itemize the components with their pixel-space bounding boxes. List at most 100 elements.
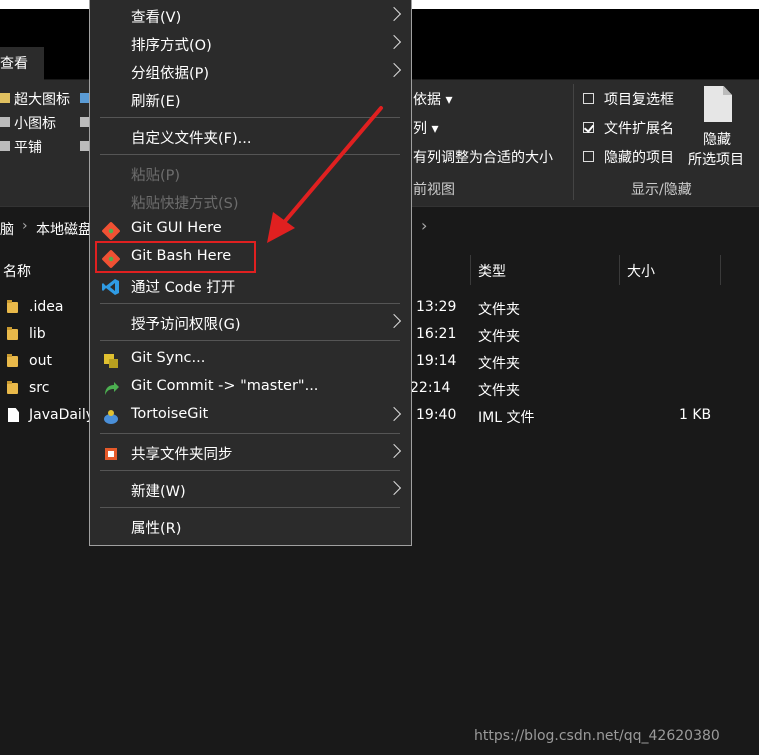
menu-separator (100, 340, 400, 341)
column-divider[interactable] (619, 255, 620, 285)
file-name: src (29, 380, 50, 396)
menu-item-label: Git Sync... (131, 350, 206, 366)
add-columns-button[interactable]: 列 ▾ (413, 118, 438, 138)
file-type: 文件夹 (478, 329, 520, 345)
menu-item-label: 粘贴(P) (131, 168, 181, 184)
chevron-right-icon (386, 313, 402, 329)
menu-item-label: Git GUI Here (131, 220, 222, 236)
git-sync-icon (104, 354, 118, 368)
breadcrumb-pc[interactable]: 脑 (0, 219, 14, 239)
menu-item-new[interactable]: 新建(W) (90, 476, 411, 504)
menu-item-label: TortoiseGit (131, 406, 209, 422)
add-columns-label: 列 (413, 121, 427, 137)
breadcrumb-local-disk[interactable]: 本地磁盘 (36, 219, 92, 239)
document-icon (8, 408, 19, 422)
sort-by-label: 依据 (413, 92, 441, 108)
share-sync-icon (105, 448, 117, 460)
menu-item-properties[interactable]: 属性(R) (90, 513, 411, 541)
menu-item-label: 查看(V) (131, 10, 182, 26)
menu-item-git-sync[interactable]: Git Sync... (90, 346, 411, 374)
chevron-right-icon (386, 6, 402, 22)
hide-selected-button[interactable]: 隐藏 所选项目 (686, 80, 756, 172)
file-modified: 19:14 (416, 353, 457, 369)
size-all-columns-button[interactable]: 有列调整为合适的大小 (413, 147, 553, 167)
file-extensions-checkbox[interactable] (583, 122, 594, 133)
watermark: https://blog.csdn.net/qq_42620380 (474, 728, 720, 744)
file-size: 1 KB (679, 407, 712, 423)
file-modified: 16:21 (416, 326, 457, 342)
menu-item-label: 属性(R) (131, 521, 182, 537)
column-size[interactable]: 大小 (627, 261, 655, 281)
file-modified: 13:29 (416, 299, 457, 315)
layout-small-icons[interactable]: 小图标 (14, 113, 56, 133)
highlight-box (95, 241, 256, 273)
layout-tiles[interactable]: 平铺 (14, 137, 42, 157)
menu-item-label: Git Commit -> "master"... (131, 378, 319, 394)
menu-item-group-by[interactable]: 分组依据(P) (90, 58, 411, 86)
menu-item-give-access[interactable]: 授予访问权限(G) (90, 309, 411, 337)
column-type[interactable]: 类型 (478, 261, 506, 281)
menu-item-share-sync[interactable]: 共享文件夹同步 (90, 439, 411, 467)
menu-item-open-with-code[interactable]: 通过 Code 打开 (90, 272, 411, 300)
file-type: 文件夹 (478, 383, 520, 399)
item-checkboxes-label: 项目复选框 (604, 92, 674, 108)
file-name: out (29, 353, 52, 369)
hidden-items-checkbox[interactable] (583, 151, 594, 162)
menu-item-label: 刷新(E) (131, 94, 181, 110)
menu-item-sort-by[interactable]: 排序方式(O) (90, 30, 411, 58)
file-name: JavaDaily (29, 407, 94, 423)
menu-item-label: 共享文件夹同步 (131, 447, 233, 463)
context-menu: 查看(V) 排序方式(O) 分组依据(P) 刷新(E) 自定义文件夹(F)...… (89, 0, 412, 546)
menu-item-git-commit[interactable]: Git Commit -> "master"... (90, 374, 411, 402)
git-commit-icon (105, 382, 119, 395)
showhide-group-label: 显示/隐藏 (631, 182, 692, 198)
file-name: lib (29, 326, 46, 342)
menu-separator (100, 470, 400, 471)
chevron-right-icon (386, 406, 402, 422)
file-modified: 22:14 (410, 380, 451, 396)
ribbon-divider (573, 84, 574, 200)
folder-icon (7, 327, 18, 340)
file-extensions-label: 文件扩展名 (604, 121, 674, 137)
menu-item-label: 授予访问权限(G) (131, 317, 241, 333)
tab-view-label: 查看 (0, 56, 28, 72)
menu-item-tortoisegit[interactable]: TortoiseGit (90, 402, 411, 430)
file-modified: 19:40 (416, 407, 457, 423)
layout-extra-large[interactable]: 超大图标 (14, 89, 70, 109)
vscode-icon (102, 279, 119, 295)
chevron-right-icon (386, 62, 402, 78)
menu-item-label: 粘贴快捷方式(S) (131, 196, 239, 212)
column-name[interactable]: 名称 (3, 261, 31, 281)
menu-separator (100, 507, 400, 508)
extra-large-icons-icon (0, 93, 10, 103)
small-icons-icon (0, 117, 10, 127)
chevron-right-icon (386, 34, 402, 50)
chevron-right-icon (386, 480, 402, 496)
current-view-group-label: 前视图 (413, 182, 455, 198)
file-name: .idea (29, 299, 64, 315)
tab-view[interactable]: 查看 (0, 47, 44, 80)
hide-selected-icon (704, 86, 732, 122)
folder-icon (7, 381, 18, 394)
chevron-right-icon (386, 443, 402, 459)
column-divider[interactable] (470, 255, 471, 285)
git-icon (101, 221, 121, 241)
sort-by-button[interactable]: 依据 ▾ (413, 89, 452, 109)
item-checkboxes-checkbox[interactable] (583, 93, 594, 104)
menu-separator (100, 303, 400, 304)
hidden-items-label: 隐藏的项目 (604, 150, 674, 166)
folder-icon (7, 300, 18, 313)
menu-item-label: 自定义文件夹(F)... (131, 131, 252, 147)
hide-selected-label-2: 所选项目 (688, 152, 744, 168)
file-type: IML 文件 (478, 410, 535, 426)
menu-item-label: 排序方式(O) (131, 38, 212, 54)
menu-item-label: 分组依据(P) (131, 66, 210, 82)
menu-item-label: 新建(W) (131, 484, 186, 500)
annotation-arrow-icon (267, 106, 383, 243)
tortoisegit-icon (104, 410, 118, 424)
menu-item-view[interactable]: 查看(V) (90, 2, 411, 30)
column-divider[interactable] (720, 255, 721, 285)
breadcrumb-chevron-icon: › (421, 216, 428, 235)
folder-icon (7, 354, 18, 367)
hide-selected-label-1: 隐藏 (703, 132, 731, 148)
